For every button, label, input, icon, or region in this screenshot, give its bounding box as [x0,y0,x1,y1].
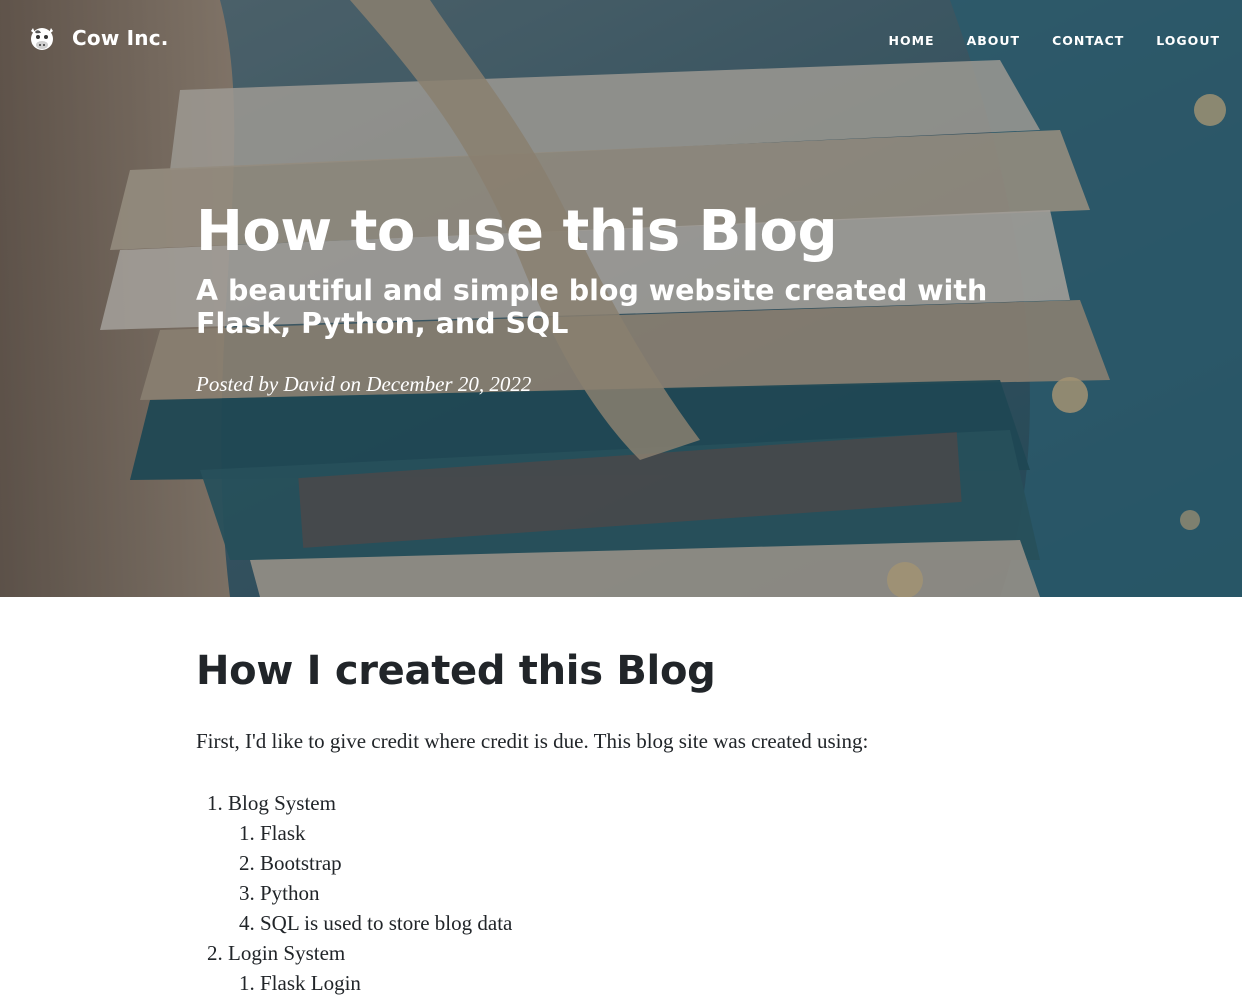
article-heading: How I created this Blog [196,648,716,694]
post-header: Cow Inc. Home About Contact Logout How t… [0,0,1242,597]
post-subtitle: A beautiful and simple blog website crea… [196,274,988,340]
sub-list: Flask Login [228,968,1046,997]
cow-logo-icon [31,28,53,50]
nav-link-home[interactable]: Home [888,33,934,48]
list-item-label: Flask [260,821,306,845]
nav-link-logout[interactable]: Logout [1156,33,1220,48]
list-item-label: Flask Login [260,971,361,995]
brand-name: Cow Inc. [72,26,169,50]
post-title: How to use this Blog [196,199,838,264]
post-content: How I created this Blog First, I'd like … [196,640,1046,997]
list-item: Login System Flask Login [228,938,1046,997]
list-item-label: SQL is used to store blog data [260,911,513,935]
list-item-label: Bootstrap [260,851,342,875]
list-item: Blog System Flask Bootstrap Python SQL i… [228,788,1046,938]
list-item: Flask [260,818,1046,848]
nav-menu: Home About Contact Logout [888,32,1220,50]
nav-item-home: Home [888,32,934,50]
nav-item-about: About [967,32,1021,50]
tech-list: Blog System Flask Bootstrap Python SQL i… [196,788,1046,997]
list-item: Bootstrap [260,848,1046,878]
article-intro: First, I'd like to give credit where cre… [196,729,869,753]
list-item: SQL is used to store blog data [260,908,1046,938]
list-item-label: Python [260,881,320,905]
sub-list: Flask Bootstrap Python SQL is used to st… [228,818,1046,938]
list-item-label: Blog System [228,791,336,815]
list-item: Python [260,878,1046,908]
list-item-label: Login System [228,941,346,965]
list-item: Flask Login [260,968,1046,997]
post-meta: Posted by David on December 20, 2022 [196,372,532,396]
navbar: Cow Inc. Home About Contact Logout [0,0,1242,78]
brand-link[interactable]: Cow Inc. [28,22,169,54]
nav-item-contact: Contact [1052,32,1124,50]
nav-item-logout: Logout [1156,32,1220,50]
nav-link-contact[interactable]: Contact [1052,33,1124,48]
nav-link-about[interactable]: About [967,33,1021,48]
post-heading: How to use this Blog A beautiful and sim… [196,196,1046,398]
